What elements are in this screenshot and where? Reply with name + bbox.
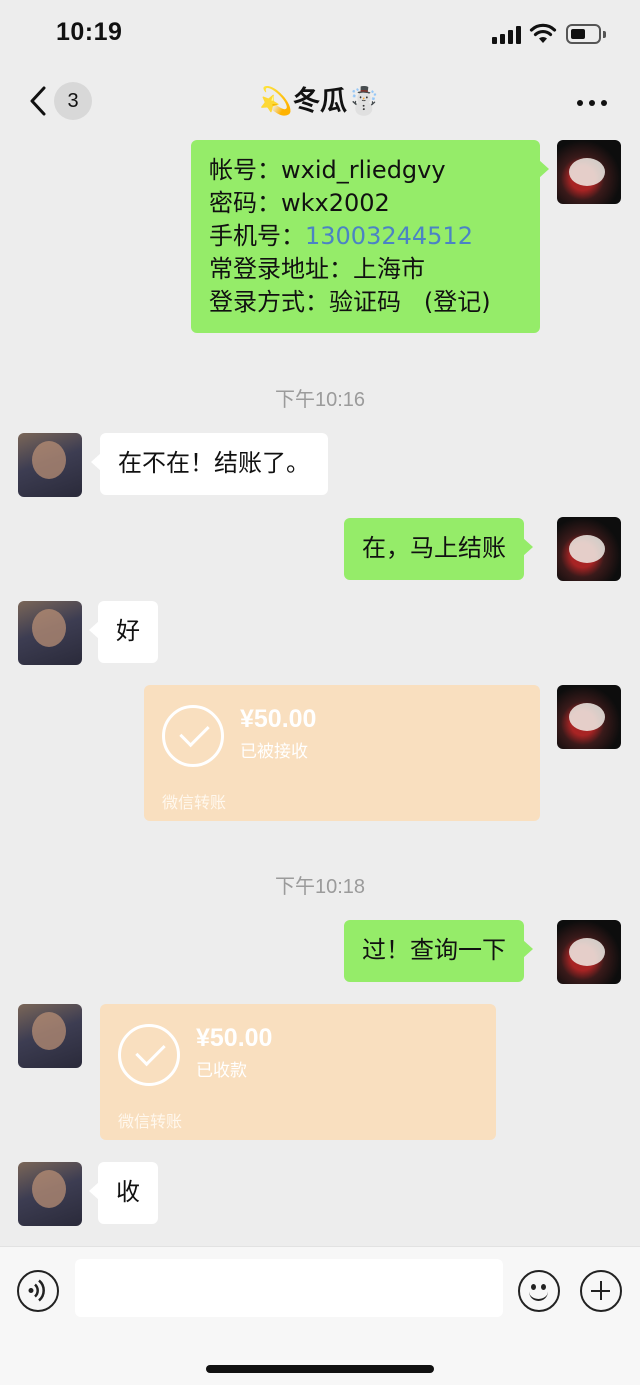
phone-line: 手机号：13003244512 xyxy=(209,222,473,250)
account-info-message[interactable]: 帐号：wxid_rliedgvy 密码：wkx2002 手机号：13003244… xyxy=(191,140,549,333)
transfer-card[interactable]: ¥50.00 已收款 微信转账 xyxy=(100,1004,496,1140)
login-address-line: 常登录地址：上海市 xyxy=(209,255,425,283)
check-circle-icon xyxy=(118,1024,180,1086)
battery-icon xyxy=(566,24,606,44)
emoji-icon[interactable] xyxy=(518,1270,560,1312)
message-bubble[interactable]: 收 xyxy=(89,1162,158,1224)
contact-avatar[interactable] xyxy=(18,601,82,665)
timestamp: 下午10:16 xyxy=(274,389,366,411)
contact-avatar[interactable] xyxy=(18,1162,82,1226)
message-bubble[interactable]: 在不在！结账了。 xyxy=(91,433,328,495)
input-bar xyxy=(0,1246,640,1385)
self-avatar[interactable] xyxy=(557,517,621,581)
transfer-card[interactable]: ¥50.00 已被接收 微信转账 xyxy=(144,685,540,821)
status-bar: 10:19 xyxy=(0,0,640,70)
status-time: 10:19 xyxy=(56,18,123,46)
self-avatar[interactable] xyxy=(557,140,621,204)
phone-number-link[interactable]: 13003244512 xyxy=(305,222,473,250)
home-indicator xyxy=(206,1365,434,1373)
transfer-amount: ¥50.00 xyxy=(240,705,317,733)
contact-avatar[interactable] xyxy=(18,433,82,497)
chat-header: 3 💫冬瓜☃️ xyxy=(0,70,640,134)
wifi-icon xyxy=(529,23,557,43)
message-input[interactable] xyxy=(75,1259,503,1317)
message-bubble[interactable]: 好 xyxy=(89,601,158,663)
more-options-icon[interactable] xyxy=(577,100,607,108)
voice-input-icon[interactable] xyxy=(17,1270,59,1312)
password-line: 密码：wkx2002 xyxy=(209,189,390,217)
cellular-signal-icon xyxy=(492,26,522,44)
transfer-status: 已被接收 xyxy=(240,742,308,762)
chat-title: 💫冬瓜☃️ xyxy=(259,86,381,117)
account-id-line: 帐号：wxid_rliedgvy xyxy=(209,156,446,184)
transfer-label: 微信转账 xyxy=(162,793,227,812)
transfer-label: 微信转账 xyxy=(118,1112,183,1131)
self-avatar[interactable] xyxy=(557,685,621,749)
contact-avatar[interactable] xyxy=(18,1004,82,1068)
message-bubble[interactable]: 在，马上结账 xyxy=(344,518,533,580)
login-method-line: 登录方式：验证码 (登记) xyxy=(209,288,491,316)
plus-icon[interactable] xyxy=(580,1270,622,1312)
timestamp: 下午10:18 xyxy=(274,876,366,898)
self-avatar[interactable] xyxy=(557,920,621,984)
message-bubble[interactable]: 过！查询一下 xyxy=(344,920,533,982)
transfer-status: 已收款 xyxy=(196,1061,247,1081)
check-circle-icon xyxy=(162,705,224,767)
transfer-amount: ¥50.00 xyxy=(196,1024,273,1052)
